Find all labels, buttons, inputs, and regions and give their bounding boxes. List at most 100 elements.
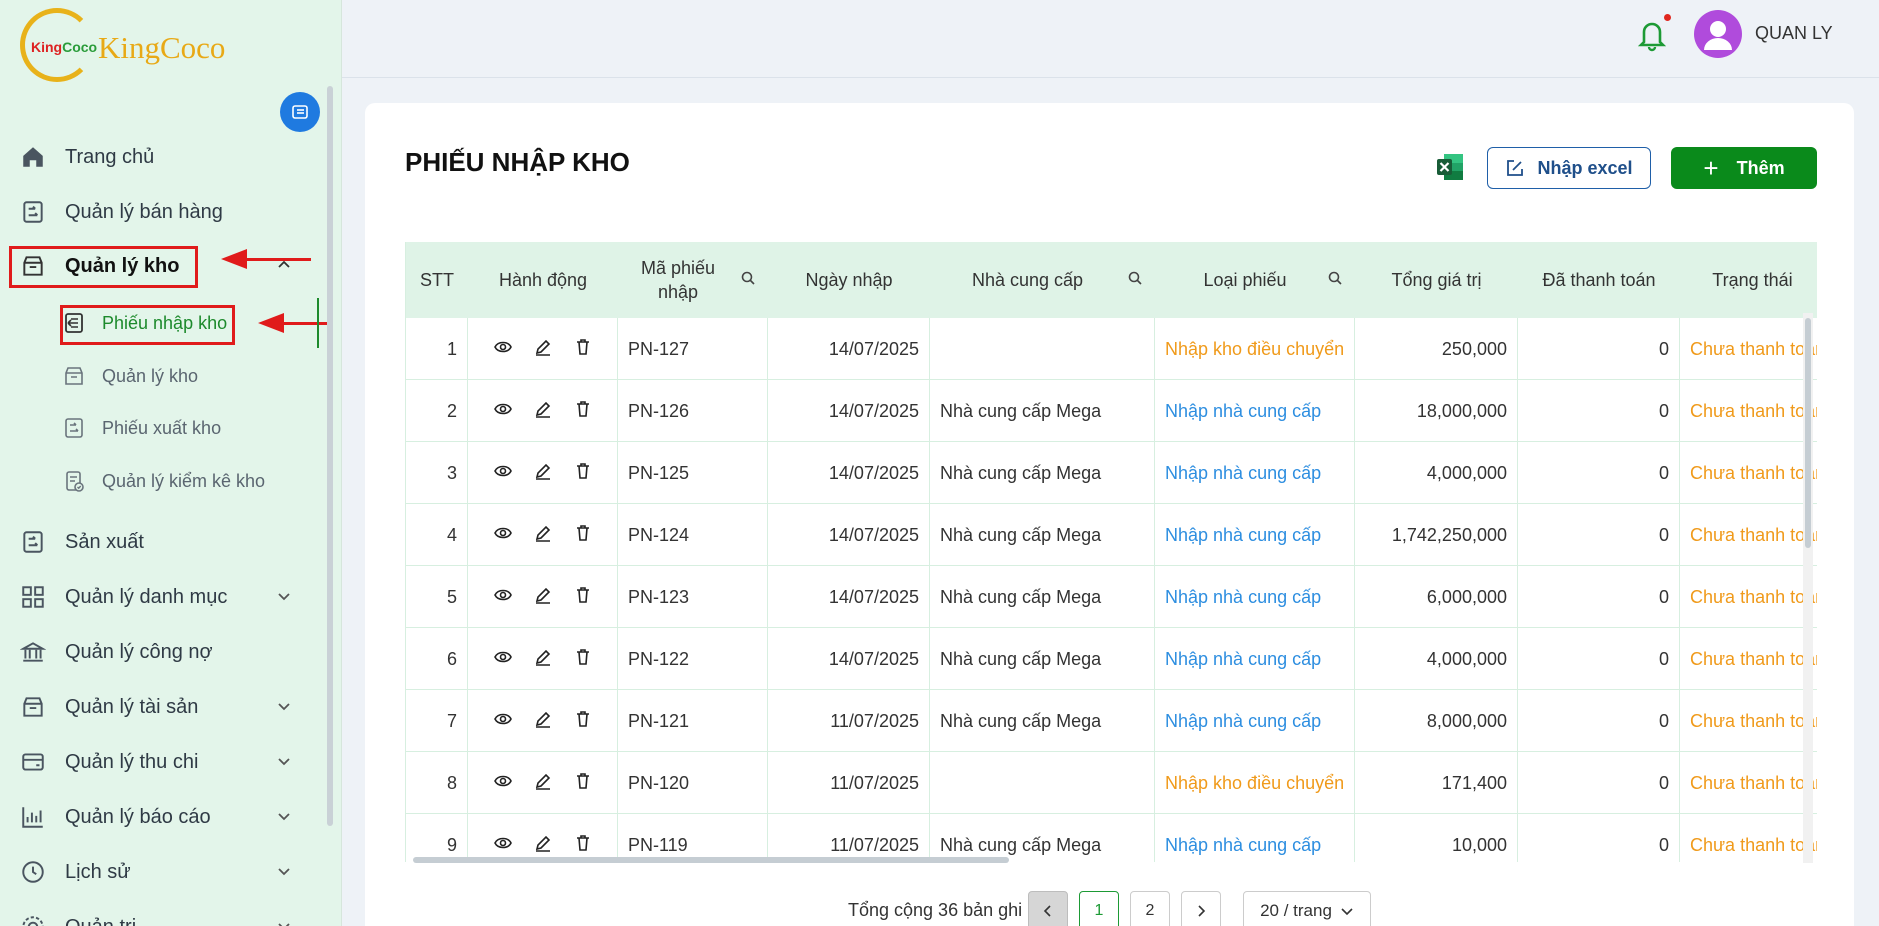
collapse-sidebar-button[interactable] [280,92,320,132]
delete-button[interactable] [563,523,603,548]
page-1-button[interactable]: 1 [1079,891,1119,926]
production-icon [18,527,48,557]
delete-button[interactable] [563,647,603,672]
table-row[interactable]: 4 PN-124 14/07/2025 Nhà cung cấp Mega Nhập n… [406,504,1817,566]
add-button[interactable]: + Thêm [1671,147,1817,189]
table-vertical-scrollbar[interactable] [1805,318,1811,548]
sidebar-item-history[interactable]: Lịch sử [0,849,320,895]
highlight-box-phieu-nhap [60,305,235,345]
next-page-button[interactable] [1181,891,1221,926]
col-header-type[interactable]: Loại phiếu [1155,242,1355,318]
cell-date: 14/07/2025 [768,318,930,380]
delete-button[interactable] [563,461,603,486]
cell-paid: 0 [1518,442,1680,504]
cell-date: 11/07/2025 [768,690,930,752]
col-header-total[interactable]: Tổng giá trị [1355,242,1518,318]
edit-button[interactable] [523,461,563,486]
cell-supplier: Nhà cung cấp Mega [930,566,1155,628]
cell-total: 1,742,250,000 [1355,504,1518,566]
sidebar-item-admin[interactable]: Quản trị [0,904,320,926]
excel-export-icon[interactable] [1434,151,1466,183]
cell-date: 14/07/2025 [768,380,930,442]
edit-button[interactable] [523,771,563,796]
cell-paid: 0 [1518,752,1680,814]
cell-code: PN-125 [618,442,768,504]
sidebar-item-assets[interactable]: Quản lý tài sản [0,684,320,730]
table-row[interactable]: 1 PN-127 14/07/2025 Nhập kho điều chuyển 250… [406,318,1817,380]
page-size-select[interactable]: 20 / trang [1243,891,1371,926]
sidebar-scrollbar[interactable] [327,86,333,826]
cell-stt: 7 [406,690,468,752]
table-horizontal-scrollbar[interactable] [413,857,1009,863]
col-header-stt[interactable]: STT [406,242,468,318]
view-button[interactable] [483,771,523,796]
view-button[interactable] [483,833,523,858]
user-name[interactable]: QUAN LY [1755,23,1833,44]
delete-button[interactable] [563,709,603,734]
edit-button[interactable] [523,523,563,548]
view-button[interactable] [483,461,523,486]
view-icon [493,527,512,538]
col-header-code[interactable]: Mã phiếu nhập [618,242,768,318]
delete-button[interactable] [563,771,603,796]
view-button[interactable] [483,337,523,362]
delete-button[interactable] [563,585,603,610]
delete-icon [576,772,589,789]
cell-paid: 0 [1518,504,1680,566]
edit-button[interactable] [523,337,563,362]
sidebar-item-sales[interactable]: Quản lý bán hàng [0,189,320,235]
cell-type: Nhập kho điều chuyển [1155,752,1355,814]
delete-icon [576,524,589,541]
cell-paid: 0 [1518,380,1680,442]
cell-actions [468,318,618,380]
brand-logo[interactable]: KingCoco KingCoco [20,8,225,82]
view-button[interactable] [483,585,523,610]
table-row[interactable]: 6 PN-122 14/07/2025 Nhà cung cấp Mega Nhập n… [406,628,1817,690]
col-header-status[interactable]: Trạng thái [1680,242,1817,318]
edit-button[interactable] [523,833,563,858]
col-header-date[interactable]: Ngày nhập [768,242,930,318]
edit-button[interactable] [523,709,563,734]
sidebar-item-categories[interactable]: Quản lý danh mục [0,574,320,620]
delete-button[interactable] [563,399,603,424]
sidebar-item-income-expense[interactable]: Quản lý thu chi [0,739,320,785]
sales-icon [18,197,48,227]
edit-button[interactable] [523,647,563,672]
table-row[interactable]: 3 PN-125 14/07/2025 Nhà cung cấp Mega Nhập n… [406,442,1817,504]
prev-page-button[interactable] [1028,891,1068,926]
table-row[interactable]: 5 PN-123 14/07/2025 Nhà cung cấp Mega Nhập n… [406,566,1817,628]
table-row[interactable]: 7 PN-121 11/07/2025 Nhà cung cấp Mega Nhập n… [406,690,1817,752]
view-button[interactable] [483,523,523,548]
sidebar-item-production[interactable]: Sản xuất [0,519,320,565]
import-excel-button[interactable]: Nhập excel [1487,147,1651,189]
delete-button[interactable] [563,833,603,858]
view-button[interactable] [483,709,523,734]
table-row[interactable]: 8 PN-120 11/07/2025 Nhập kho điều chuyển 171… [406,752,1817,814]
cell-type: Nhập nhà cung cấp [1155,380,1355,442]
sidebar-item-debt[interactable]: Quản lý công nợ [0,629,320,675]
cell-type: Nhập kho điều chuyển [1155,318,1355,380]
avatar[interactable] [1694,10,1742,58]
sidebar-subitem-quan-ly-kho[interactable]: Quản lý kho [60,356,198,396]
chevron-down-icon [278,868,290,876]
delete-button[interactable] [563,337,603,362]
sidebar-subitem-kiem-ke-kho[interactable]: Quản lý kiểm kê kho [60,461,265,501]
view-button[interactable] [483,399,523,424]
table-row[interactable]: 2 PN-126 14/07/2025 Nhà cung cấp Mega Nhập n… [406,380,1817,442]
cell-total: 171,400 [1355,752,1518,814]
col-header-supplier[interactable]: Nhà cung cấp [930,242,1155,318]
sidebar-item-reports[interactable]: Quản lý báo cáo [0,794,320,840]
sidebar-item-home[interactable]: Trang chủ [0,134,320,180]
view-icon [493,341,512,352]
col-header-paid[interactable]: Đã thanh toán [1518,242,1680,318]
edit-button[interactable] [523,399,563,424]
view-button[interactable] [483,647,523,672]
warehouse-icon [60,362,88,390]
notification-bell-icon[interactable] [1636,16,1668,52]
edit-button[interactable] [523,585,563,610]
cell-stt: 1 [406,318,468,380]
sidebar-subitem-phieu-xuat-kho[interactable]: Phiếu xuất kho [60,408,221,448]
page-2-button[interactable]: 2 [1130,891,1170,926]
table-row[interactable]: 9 PN-119 11/07/2025 Nhà cung cấp Mega Nhập n… [406,814,1817,862]
cell-supplier: Nhà cung cấp Mega [930,690,1155,752]
